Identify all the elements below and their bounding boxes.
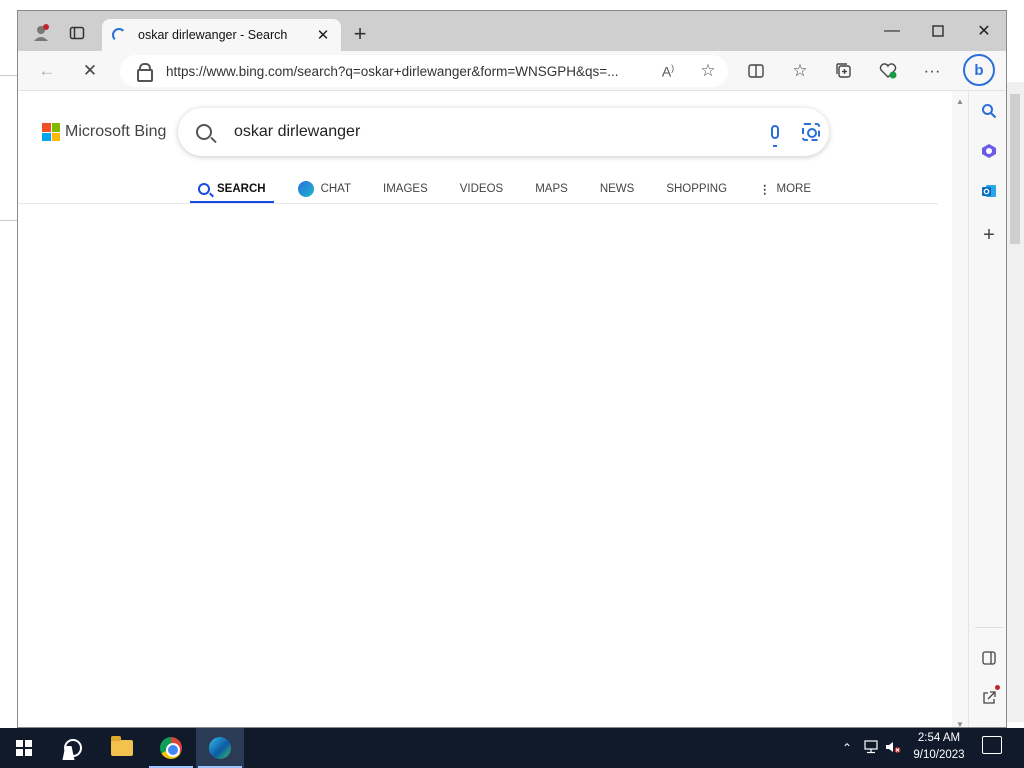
windows-start-icon	[16, 740, 32, 756]
microsoft-logo-icon	[42, 123, 60, 141]
hide-sidebar-icon[interactable]	[975, 644, 1003, 672]
favorite-star-icon[interactable]: ☆	[688, 61, 728, 81]
tab-actions-icon[interactable]	[62, 19, 92, 47]
address-bar[interactable]: https://www.bing.com/search?q=oskar+dirl…	[120, 55, 728, 87]
nav-videos[interactable]: VIDEOS	[452, 174, 511, 203]
nav-label: IMAGES	[383, 182, 428, 195]
bing-logo[interactable]: Microsoft Bing	[42, 123, 166, 141]
file-explorer-icon	[111, 736, 133, 756]
back-button[interactable]: ←	[32, 57, 62, 85]
more-dots-icon: ⋮	[759, 183, 771, 196]
browser-window: oskar dirlewanger - Search ✕ + — ✕ ← ✕ h…	[17, 10, 1007, 728]
scrollbar-thumb	[1010, 94, 1020, 244]
action-center-icon[interactable]	[982, 736, 1002, 754]
edge-button[interactable]	[196, 728, 244, 768]
copilot-icon[interactable]	[975, 137, 1003, 165]
title-bar: oskar dirlewanger - Search ✕ + — ✕	[18, 11, 1006, 51]
tab-active[interactable]: oskar dirlewanger - Search ✕	[102, 19, 341, 51]
address-url[interactable]: https://www.bing.com/search?q=oskar+dirl…	[166, 64, 648, 79]
nav-chat[interactable]: CHAT	[290, 174, 359, 203]
split-screen-icon[interactable]	[741, 57, 771, 85]
edge-sidebar: + ⚙	[968, 91, 1006, 727]
search-nav: SEARCH CHAT IMAGES VIDEOS MAPS NEWS SHOP…	[190, 174, 835, 204]
tab-title: oskar dirlewanger - Search	[138, 28, 288, 42]
nav-shopping[interactable]: SHOPPING	[658, 174, 735, 203]
read-aloud-icon[interactable]: A)	[648, 63, 688, 80]
system-tray: ⌃	[838, 728, 904, 768]
bing-search-page: Microsoft Bing oskar dirlewanger SEARCH …	[18, 91, 952, 727]
bing-chat-icon[interactable]: b	[963, 54, 995, 86]
nav-search[interactable]: SEARCH	[190, 174, 274, 204]
collections-icon[interactable]	[829, 57, 859, 85]
profile-icon[interactable]	[26, 19, 56, 47]
close-window-button[interactable]: ✕	[961, 11, 1006, 51]
nav-label: SEARCH	[217, 182, 266, 195]
clock-time: 2:54 AM	[917, 732, 961, 744]
new-tab-button[interactable]: +	[348, 23, 372, 47]
clock-date: 9/10/2023	[913, 749, 965, 761]
favorites-icon[interactable]: ☆	[785, 57, 815, 85]
search-icon[interactable]	[975, 97, 1003, 125]
more-menu-icon[interactable]: ···	[917, 57, 947, 85]
nav-label: SHOPPING	[666, 182, 728, 195]
nav-label: VIDEOS	[459, 182, 504, 195]
chat-icon	[297, 180, 314, 197]
nav-label: CHAT	[320, 182, 352, 195]
nav-news[interactable]: NEWS	[592, 174, 643, 203]
nav-label: MORE	[776, 182, 812, 195]
search-icon	[198, 182, 210, 195]
stop-loading-button[interactable]: ✕	[75, 57, 105, 85]
sidebar-divider	[975, 627, 1003, 628]
scroll-up-icon[interactable]: ▲	[956, 97, 964, 106]
edge-icon	[209, 737, 231, 759]
start-button[interactable]	[0, 728, 48, 768]
minimize-button[interactable]: —	[869, 11, 915, 51]
search-input[interactable]: oskar dirlewanger	[226, 123, 757, 141]
lock-icon[interactable]	[136, 63, 153, 82]
background-scrollbar	[1006, 82, 1024, 722]
show-hidden-icons-chevron-icon[interactable]: ⌃	[838, 741, 856, 755]
scroll-down-icon[interactable]: ▼	[956, 720, 964, 727]
nav-more[interactable]: ⋮ MORE	[751, 174, 819, 203]
close-tab-icon[interactable]: ✕	[315, 26, 331, 44]
nav-maps[interactable]: MAPS	[527, 174, 576, 203]
search-box[interactable]: oskar dirlewanger	[178, 108, 829, 156]
microphone-icon[interactable]	[757, 125, 793, 147]
page-scrollbar[interactable]: ▲ ▼	[952, 91, 968, 727]
chrome-icon	[160, 737, 182, 759]
network-icon[interactable]	[860, 739, 882, 757]
volume-muted-icon[interactable]	[882, 740, 904, 757]
taskbar: ⌃ 2:54 AM 9/10/2023	[0, 728, 1024, 768]
nav-images[interactable]: IMAGES	[375, 174, 436, 203]
desktop-divider	[0, 220, 18, 221]
notification-dot	[995, 685, 1000, 690]
nav-label: NEWS	[599, 182, 635, 195]
system-clock[interactable]: 2:54 AM 9/10/2023	[906, 730, 972, 766]
search-icon[interactable]	[182, 124, 226, 140]
desktop-divider	[0, 75, 18, 76]
nav-label: MAPS	[535, 182, 568, 195]
browser-toolbar: ← ✕ https://www.bing.com/search?q=oskar+…	[18, 51, 1006, 91]
file-explorer-button[interactable]	[98, 728, 146, 768]
maximize-button[interactable]	[915, 11, 961, 51]
logo-text: Microsoft Bing	[65, 123, 167, 140]
chrome-button[interactable]	[147, 728, 195, 768]
browser-essentials-icon[interactable]	[873, 57, 903, 85]
loading-spinner-icon	[112, 28, 126, 42]
add-sidebar-app-icon[interactable]: +	[975, 221, 1003, 249]
outlook-icon[interactable]	[975, 177, 1003, 205]
visual-search-icon[interactable]	[793, 123, 829, 141]
nav-divider	[18, 203, 938, 204]
